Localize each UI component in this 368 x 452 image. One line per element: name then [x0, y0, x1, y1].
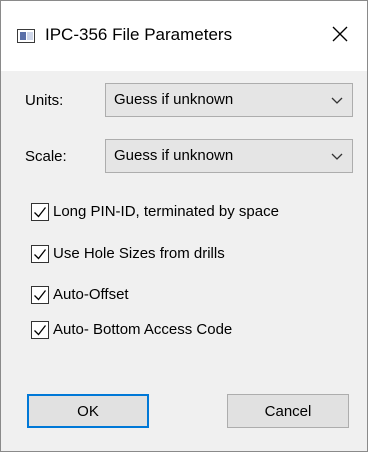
- ipc356-parameters-dialog: IPC-356 File Parameters Units: Guess if …: [0, 0, 368, 452]
- ok-button[interactable]: OK: [27, 394, 149, 428]
- units-select-value: Guess if unknown: [114, 91, 234, 108]
- units-label: Units:: [25, 92, 64, 109]
- checkbox-label[interactable]: Long PIN-ID, terminated by space: [53, 203, 279, 220]
- checkmark-icon: [34, 290, 47, 301]
- checkmark-icon: [34, 325, 47, 336]
- checkbox-box[interactable]: [31, 203, 49, 221]
- close-button[interactable]: [327, 21, 353, 47]
- checkbox-box[interactable]: [31, 245, 49, 263]
- checkbox-label[interactable]: Auto- Bottom Access Code: [53, 321, 232, 338]
- checkmark-icon: [34, 249, 47, 260]
- units-select[interactable]: Guess if unknown: [105, 83, 353, 117]
- checkbox-box[interactable]: [31, 286, 49, 304]
- close-icon: [332, 26, 348, 42]
- chevron-down-icon: [331, 97, 343, 104]
- scale-select-value: Guess if unknown: [114, 147, 234, 164]
- scale-select[interactable]: Guess if unknown: [105, 139, 353, 173]
- window-icon: [17, 29, 35, 43]
- checkbox-label[interactable]: Use Hole Sizes from drills: [53, 245, 225, 262]
- chevron-down-icon: [331, 153, 343, 160]
- checkbox-box[interactable]: [31, 321, 49, 339]
- cancel-button[interactable]: Cancel: [227, 394, 349, 428]
- window-title: IPC-356 File Parameters: [45, 25, 233, 44]
- title-bar[interactable]: IPC-356 File Parameters: [1, 1, 367, 71]
- checkmark-icon: [34, 207, 47, 218]
- scale-label: Scale:: [25, 148, 67, 165]
- checkbox-label[interactable]: Auto-Offset: [53, 286, 129, 303]
